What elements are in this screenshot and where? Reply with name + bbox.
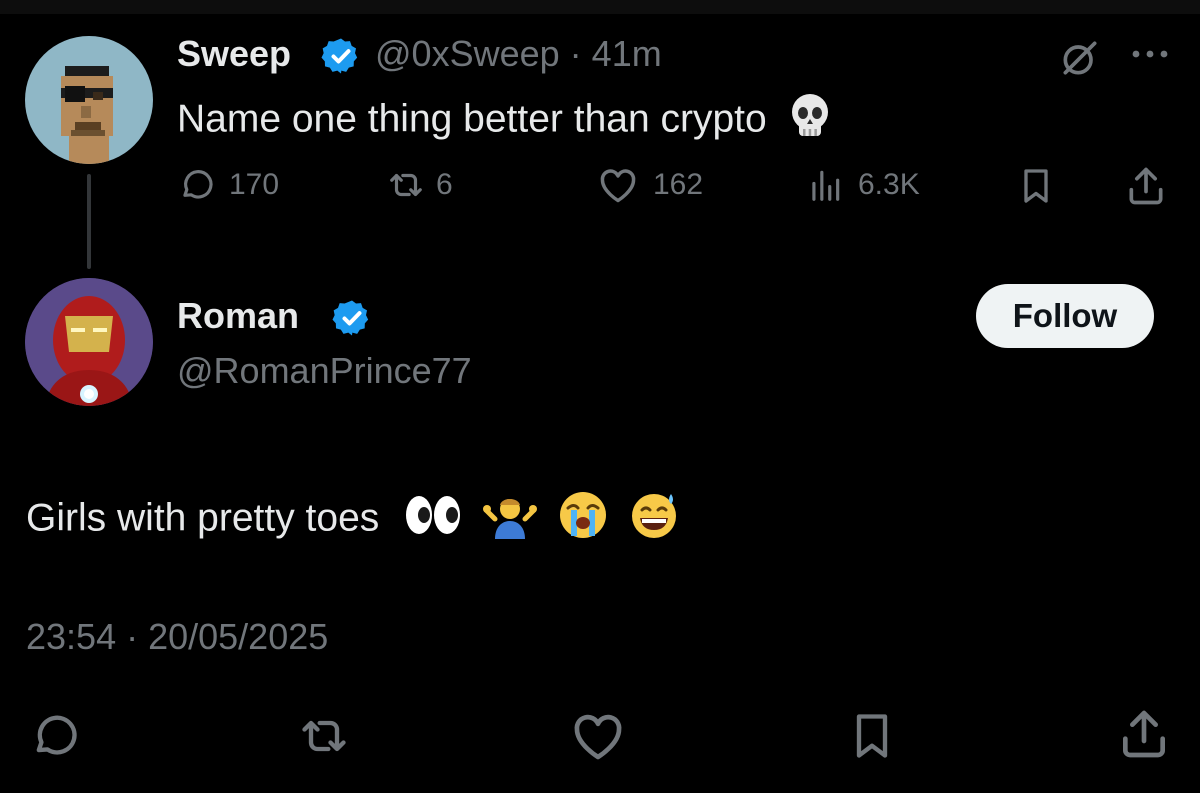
repost-action[interactable]: 6 — [384, 166, 453, 204]
loudly-crying-face-emoji-icon — [558, 490, 608, 550]
thread-connector — [87, 174, 91, 269]
like-button-icon[interactable] — [570, 710, 626, 762]
repost-count: 6 — [436, 168, 453, 201]
reply-icon — [183, 170, 213, 199]
roman-display-name[interactable]: Roman — [177, 295, 299, 337]
grinning-face-with-sweat-emoji-icon — [629, 490, 679, 550]
heart-icon — [600, 169, 636, 203]
bookmark-icon[interactable] — [1016, 166, 1056, 211]
sweep-display-name[interactable]: Sweep — [177, 33, 291, 75]
repost-button-icon[interactable] — [294, 710, 354, 762]
more-options-icon[interactable] — [1128, 44, 1172, 69]
bookmark-button-icon[interactable] — [846, 708, 898, 764]
roman-avatar[interactable] — [25, 278, 153, 406]
eyes-emoji-icon — [404, 493, 462, 547]
sweep-avatar[interactable] — [25, 36, 153, 164]
verified-badge-icon — [321, 36, 361, 81]
skull-emoji-icon — [788, 92, 832, 150]
follow-button[interactable]: Follow — [976, 284, 1154, 348]
views-count: 6.3K — [858, 168, 920, 201]
verified-badge-icon — [332, 298, 372, 343]
grok-icon[interactable] — [1058, 36, 1102, 85]
status-bar-strip — [0, 0, 1200, 14]
sweep-handle-text: @0xSweep — [375, 33, 560, 74]
parent-post-text-content: Name one thing better than crypto — [177, 97, 767, 141]
like-count: 162 — [653, 168, 704, 201]
reply-post-text: Girls with pretty toes — [26, 490, 679, 550]
reply-count: 170 — [229, 168, 280, 201]
dot-separator: · — [569, 33, 582, 74]
reply-button-icon[interactable] — [28, 710, 80, 762]
share-button-icon[interactable] — [1116, 706, 1172, 762]
reply-post-text-content: Girls with pretty toes — [26, 496, 380, 540]
like-action[interactable]: 162 — [597, 166, 703, 204]
views-action[interactable]: 6.3K — [806, 166, 920, 204]
sweep-handle[interactable]: @0xSweep · 41m — [375, 33, 662, 75]
repost-icon — [390, 173, 422, 197]
post-timestamp[interactable]: 23:54 · 20/05/2025 — [26, 616, 328, 658]
post-time-ago: 41m — [591, 33, 662, 74]
parent-post-text: Name one thing better than crypto — [177, 92, 832, 150]
views-chart-icon — [812, 170, 840, 201]
share-icon[interactable] — [1124, 164, 1168, 213]
person-shrugging-emoji-icon — [482, 491, 537, 549]
reply-action[interactable]: 170 — [177, 166, 279, 204]
roman-handle[interactable]: @RomanPrince77 — [177, 350, 472, 392]
